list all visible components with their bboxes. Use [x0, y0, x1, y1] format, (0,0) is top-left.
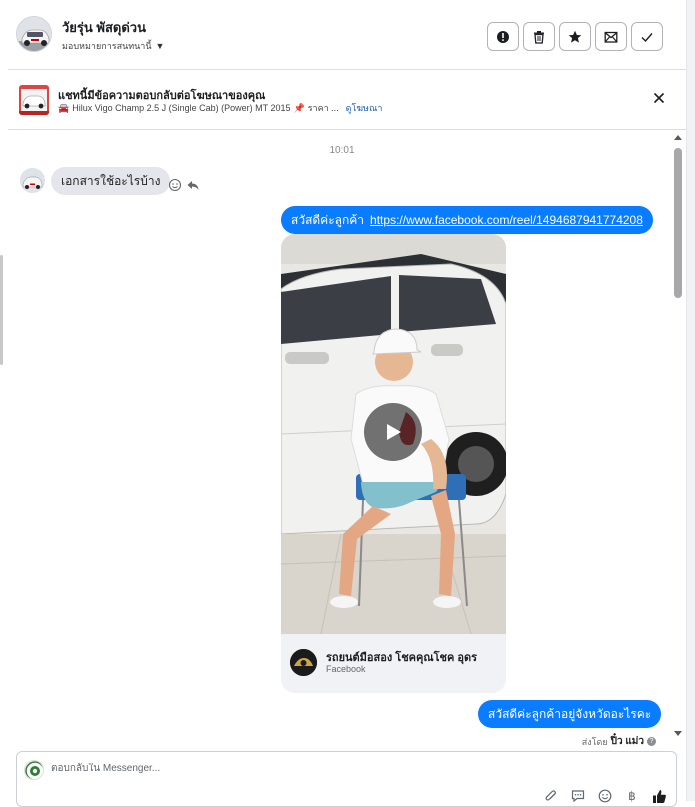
assign-conversation-dropdown[interactable]: มอบหมายการสนทนานี้ ▼ — [62, 39, 164, 53]
saved-reply-icon[interactable] — [570, 788, 586, 804]
right-gutter — [686, 0, 695, 801]
contact-name[interactable]: วัยรุ่น พัสดุด่วน — [62, 17, 146, 38]
scroll-down-arrow-icon[interactable] — [674, 731, 682, 736]
sender-avatar[interactable] — [20, 168, 45, 193]
delete-button[interactable] — [523, 22, 555, 51]
contact-avatar[interactable] — [16, 16, 52, 52]
reply-arrow-icon[interactable] — [186, 178, 200, 192]
play-button[interactable] — [364, 403, 422, 461]
car-icon: 🚘 — [58, 102, 70, 113]
reel-card-footer[interactable]: รถยนต์มือสอง โชคคุณโชค อุดร Facebook — [281, 634, 506, 693]
thumbs-up-icon[interactable] — [651, 788, 667, 804]
sent-by-label: ส่งโดย — [581, 736, 608, 747]
outgoing-question-bubble[interactable]: สวัสดีค่ะลูกค้าอยู่จังหวัดอะไรคะ — [478, 700, 662, 728]
caret-down-icon: ▼ — [155, 41, 165, 51]
thread-scrollbar[interactable] — [671, 130, 685, 745]
incoming-message-bubble[interactable]: เอกสารใช้อะไรบ้าง — [51, 167, 171, 195]
message-thread[interactable]: 10:01 เอกสารใช้อะไรบ้าง สวัสดีค่ะลูกค้า h… — [8, 130, 686, 747]
play-icon — [387, 424, 401, 440]
mark-done-button[interactable] — [631, 22, 663, 51]
help-icon[interactable]: ? — [647, 737, 656, 746]
ad-thumbnail[interactable] — [19, 85, 49, 115]
conversation-header: วัยรุ่น พัสดุด่วน มอบหมายการสนทนานี้ ▼ — [8, 0, 686, 70]
scroll-up-arrow-icon[interactable] — [674, 135, 682, 140]
reel-thumbnail[interactable] — [281, 234, 506, 634]
pin-icon: 📌 — [293, 102, 305, 113]
view-ad-link[interactable]: ดูโฆษณา — [346, 101, 383, 115]
outgoing-link-message[interactable]: สวัสดีค่ะลูกค้า https://www.facebook.com/… — [281, 206, 653, 234]
mark-spam-button[interactable] — [487, 22, 519, 51]
alert-icon — [497, 30, 509, 43]
emoji-reaction-icon[interactable] — [168, 178, 182, 192]
left-edge-scrollbar[interactable] — [0, 255, 3, 365]
reel-link[interactable]: https://www.facebook.com/reel/1494687941… — [370, 213, 643, 227]
trash-icon — [534, 30, 544, 44]
outgoing-greeting-text: สวัสดีค่ะลูกค้า — [291, 213, 365, 227]
page-logo — [290, 649, 317, 676]
star-icon — [568, 30, 582, 43]
envelope-icon — [604, 31, 618, 43]
emoji-icon[interactable] — [597, 788, 613, 804]
assign-label: มอบหมายการสนทนานี้ — [62, 41, 152, 51]
checkmark-icon — [641, 32, 653, 42]
ad-details: 🚘 Hilux Vigo Champ 2.5 J (Single Cab) (P… — [58, 101, 382, 115]
reel-preview-card[interactable]: รถยนต์มือสอง โชคคุณโชค อุดร Facebook — [281, 234, 506, 693]
ad-reply-banner: แชทนี้มีข้อความตอบกลับต่อโฆษณาของคุณ 🚘 H… — [8, 70, 686, 130]
message-composer[interactable]: ฿ — [16, 751, 677, 807]
star-button[interactable] — [559, 22, 591, 51]
page-avatar — [24, 760, 44, 780]
message-timestamp: 10:01 — [329, 145, 355, 156]
sender-name: ปิ๋ว แม่ว — [610, 736, 644, 747]
close-icon[interactable] — [651, 90, 667, 106]
inbox-conversation-panel: วัยรุ่น พัสดุด่วน มอบหมายการสนทนานี้ ▼ แ… — [0, 0, 695, 807]
reel-source: Facebook — [326, 664, 366, 674]
scrollbar-thumb[interactable] — [674, 148, 682, 298]
sent-by-label-row: ส่งโดย ปิ๋ว แม่ว ? — [582, 734, 656, 749]
reply-input[interactable] — [51, 763, 451, 774]
paperclip-icon[interactable] — [543, 788, 559, 804]
baht-payment-icon[interactable]: ฿ — [624, 788, 640, 804]
ad-price-text: ราคา ... — [307, 103, 339, 113]
mark-unread-button[interactable] — [595, 22, 627, 51]
ad-car-text: Hilux Vigo Champ 2.5 J (Single Cab) (Pow… — [72, 103, 291, 113]
